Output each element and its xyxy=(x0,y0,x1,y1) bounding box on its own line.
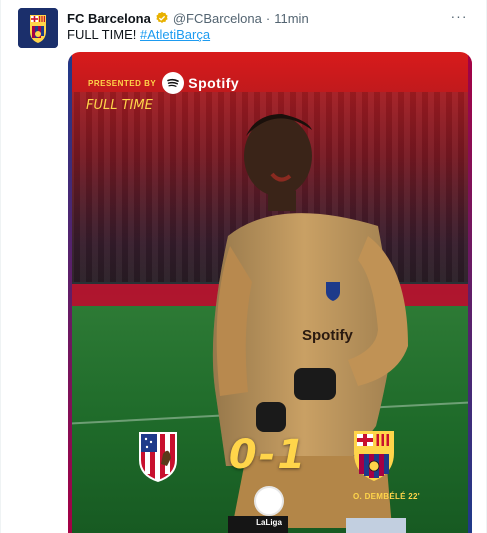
atletico-madrid-crest-icon xyxy=(139,432,177,482)
spotify-icon xyxy=(162,72,185,94)
presented-by-label: PRESENTED BY xyxy=(88,78,157,88)
laliga-icon xyxy=(254,486,284,516)
laliga-wordmark: LaLiga xyxy=(256,518,282,527)
tweet-text-body: FULL TIME! xyxy=(67,27,137,42)
full-time-label: FULL TIME xyxy=(86,98,153,113)
border-stripe-right xyxy=(468,52,472,533)
goal-scorer: O. DEMBÉLÉ 22' xyxy=(353,492,421,501)
fc-barcelona-crest-icon xyxy=(354,431,394,481)
fcb-crest-icon xyxy=(18,8,58,48)
verified-badge-icon xyxy=(156,11,168,23)
spotify-logo: Spotify xyxy=(162,72,239,94)
tweet[interactable]: FC Barcelona @FCBarcelona · 11min ··· FU… xyxy=(0,0,487,533)
match-score: 0-1 xyxy=(228,432,308,478)
presented-by: PRESENTED BY Spotify xyxy=(88,72,239,94)
laliga-logo: LaLiga xyxy=(248,486,290,527)
author-handle[interactable]: @FCBarcelona xyxy=(173,11,262,26)
author-name[interactable]: FC Barcelona xyxy=(67,11,151,26)
avatar[interactable] xyxy=(18,8,58,48)
tweet-media-image[interactable]: Spotify PRESENTED BY Spotify FULL TIME 0… xyxy=(68,52,472,533)
tweet-header: FC Barcelona @FCBarcelona · 11min xyxy=(67,9,309,27)
border-stripe-left xyxy=(68,52,72,533)
tweet-text: FULL TIME! #AtletiBarça xyxy=(67,27,210,42)
separator-dot: · xyxy=(265,10,271,26)
spotify-wordmark: Spotify xyxy=(188,75,240,91)
shirt-sponsor: Spotify xyxy=(302,327,353,344)
more-options-icon[interactable]: ··· xyxy=(450,7,468,25)
hashtag-link[interactable]: #AtletiBarça xyxy=(140,27,210,42)
tweet-timestamp[interactable]: 11min xyxy=(274,11,308,26)
